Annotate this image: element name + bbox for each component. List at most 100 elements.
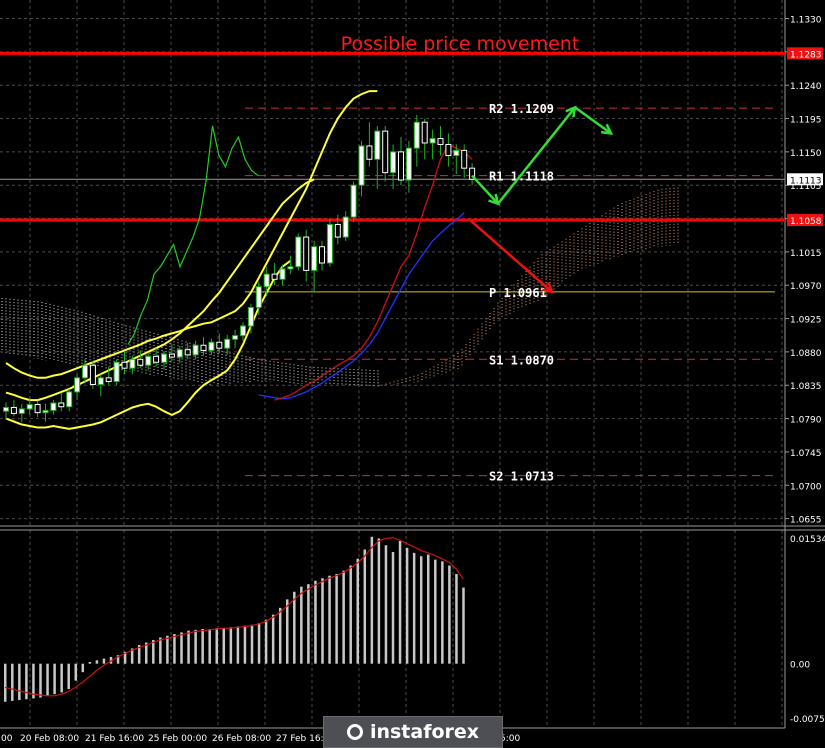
macd-bar [300, 586, 303, 664]
macd-bar [398, 541, 402, 664]
macd-bar [95, 660, 99, 664]
pivot-label-p: P 1.0961 [489, 286, 547, 300]
macd-bar [60, 663, 63, 693]
macd-bar [321, 578, 324, 664]
candle [366, 145, 373, 160]
candle [413, 121, 420, 149]
candle [271, 273, 278, 280]
macd-bar [102, 658, 106, 664]
candle [82, 364, 88, 379]
candle [390, 151, 397, 174]
macd-bar [462, 587, 465, 664]
candle [42, 409, 49, 414]
macd-bar [39, 663, 42, 698]
candle [453, 149, 460, 157]
macd-bar [81, 663, 85, 673]
macd-bar [187, 630, 190, 664]
chikou-green-line [127, 125, 259, 345]
candle [208, 341, 215, 351]
macd-bar [342, 570, 345, 664]
macd-bar [88, 662, 92, 664]
candle [129, 358, 136, 369]
macd-bar [250, 624, 254, 664]
candle [200, 344, 207, 351]
candles [3, 114, 476, 423]
macd-bar [4, 663, 7, 702]
candle [10, 406, 17, 414]
bollinger-lower-line [5, 259, 291, 430]
macd-bar [67, 663, 70, 690]
candle [3, 406, 9, 412]
macd-bar [314, 580, 317, 664]
candle [263, 273, 270, 288]
macd-bar [173, 634, 176, 664]
pivot-label-r2: R2 1.1209 [489, 102, 554, 116]
time-tick-label: 26 Feb 08:00 [212, 734, 271, 744]
scenario-up-arrow-2-shaft [497, 106, 576, 205]
macd-bar [46, 663, 49, 696]
scenario-arrows [469, 105, 614, 294]
macd-bar [264, 619, 268, 664]
macd-bar [278, 607, 282, 664]
macd-bar [215, 628, 218, 664]
candle [287, 266, 294, 270]
candle [255, 286, 262, 308]
macd-bar [412, 552, 416, 664]
macd-bar [384, 545, 388, 664]
time-tick-label: 00 [1, 734, 13, 744]
macd-tick-label: 0.00 [790, 661, 810, 671]
macd-tick-label: -0.00758 [790, 715, 825, 725]
macd-bar [53, 663, 56, 695]
time-tick-label: 20 Feb 08:00 [20, 734, 79, 744]
price-tick-label: 1.0835 [790, 382, 822, 392]
macd-bar [405, 547, 409, 664]
price-tick-label: 1.0790 [790, 416, 822, 426]
price-tick-label: 1.0700 [790, 482, 822, 492]
macd-bar [434, 559, 437, 664]
macd-bar [441, 561, 444, 664]
macd-bar [32, 663, 35, 699]
chart-title: Possible price movement [341, 33, 580, 55]
candle [398, 151, 404, 181]
price-badge: 1.1283 [787, 47, 823, 60]
macd-bar [229, 627, 233, 664]
macd-bar [201, 629, 204, 664]
tenkan-red-line [274, 143, 473, 401]
macd-bar [152, 640, 155, 664]
macd-bar [257, 623, 261, 664]
macd-tick-label: 0.01534 [790, 535, 825, 545]
candle [429, 138, 436, 144]
macd-bar [419, 556, 423, 664]
macd-bar [293, 591, 296, 664]
candle [184, 349, 191, 356]
logo-wordmark: instaforex [369, 721, 480, 743]
macd-panel [4, 536, 465, 702]
ichimoku-cloud [1, 187, 679, 387]
macd-bar [356, 558, 359, 664]
macd-bar [391, 552, 395, 664]
candle [137, 358, 144, 366]
macd-bar [286, 599, 289, 664]
candle [113, 361, 120, 383]
macd-bar [370, 536, 374, 664]
candle [240, 325, 246, 337]
time-tick-label: 21 Feb 16:00 [85, 734, 144, 744]
candle [176, 349, 183, 358]
macd-bar [448, 565, 451, 664]
candle [66, 391, 73, 408]
candle [421, 121, 428, 144]
price-tick-label: 1.0925 [790, 316, 822, 326]
macd-bar [243, 625, 247, 664]
candle [50, 402, 57, 411]
candle [224, 338, 231, 349]
candle [105, 377, 112, 383]
candle [279, 268, 286, 280]
macd-bar [271, 614, 275, 664]
candle [382, 130, 389, 174]
candle [192, 344, 199, 356]
candle [405, 147, 412, 181]
price-tick-label: 1.0880 [790, 349, 822, 359]
chart-canvas: R2 1.1209 R1 1.1118 P 1.0961 S1 1.0870 S2 1.… [0, 0, 825, 744]
candle [145, 355, 152, 366]
scenario-down-arrow-shaft [469, 219, 553, 293]
